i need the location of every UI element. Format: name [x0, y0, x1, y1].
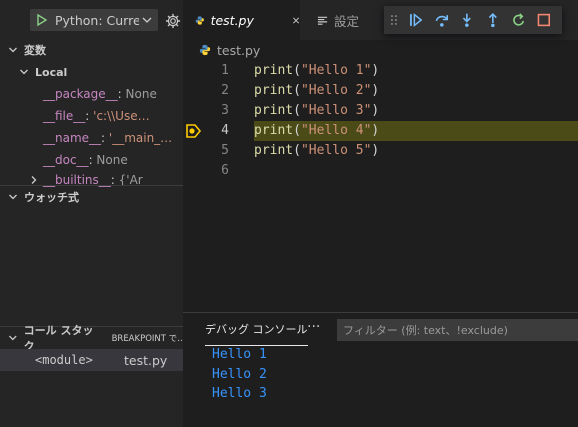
- drag-handle-icon[interactable]: [390, 12, 398, 28]
- console-output-line: Hello 3: [212, 386, 267, 401]
- settings-file-icon: [317, 16, 328, 25]
- string-literal: "Hello 1": [300, 63, 372, 78]
- step-out-icon[interactable]: [485, 12, 501, 28]
- string-literal: "Hello 5": [300, 143, 372, 158]
- console-output-line: Hello 1: [212, 347, 267, 362]
- watch-section-title: ウォッチ式: [24, 191, 79, 204]
- variable-value: None: [125, 87, 157, 101]
- tab-settings[interactable]: 設定: [301, 0, 391, 40]
- tab-label: test.py: [210, 12, 254, 28]
- variable-value: 'c:\\Use…: [93, 109, 150, 123]
- editor-area: test.py 設定 test.py 1 2 3 4 5 6 print("He…: [183, 0, 578, 312]
- line-number: 6: [221, 163, 229, 178]
- local-scope-header[interactable]: Local: [0, 61, 183, 83]
- variable-row[interactable]: __file__: 'c:\\Use…: [0, 105, 183, 127]
- callstack-status: BREAKPOINT で…: [111, 334, 183, 344]
- variable-row[interactable]: __doc__: None: [0, 149, 183, 171]
- line-number: 2: [221, 83, 229, 98]
- variables-section-header[interactable]: 変数: [0, 39, 183, 61]
- function-name: print: [254, 63, 294, 78]
- line-number-current: 4: [221, 123, 229, 138]
- variable-row[interactable]: __package__: None: [0, 83, 183, 105]
- debug-toolbar: [384, 6, 562, 34]
- local-scope-label: Local: [35, 65, 68, 79]
- chevron-down-icon: [9, 194, 17, 200]
- string-literal: "Hello 4": [300, 123, 372, 138]
- chevron-down-icon: [20, 69, 28, 75]
- debug-config-label: Python: Curren: [55, 12, 139, 28]
- debug-launch-bar: Python: Curren: [0, 0, 183, 40]
- function-name: print: [254, 143, 294, 158]
- step-over-icon[interactable]: [434, 12, 450, 28]
- code-line-current[interactable]: print("Hello 4"): [254, 123, 379, 138]
- watch-section-header[interactable]: ウォッチ式: [0, 186, 183, 208]
- frame-name: <module>: [35, 353, 93, 367]
- start-debugging-icon[interactable]: [35, 13, 49, 27]
- string-literal: "Hello 3": [300, 103, 372, 118]
- panel-tab-label: デバッグ コンソール: [205, 323, 308, 336]
- variable-name: __name__: [43, 131, 102, 145]
- variables-section-title: 変数: [24, 44, 46, 57]
- stop-icon[interactable]: [536, 12, 552, 28]
- gear-icon[interactable]: [165, 13, 181, 29]
- code-line[interactable]: print("Hello 5"): [254, 143, 379, 158]
- tab-debug-console[interactable]: デバッグ コンソール: [205, 313, 308, 346]
- variable-name: __file__: [43, 109, 86, 123]
- python-file-icon: [195, 15, 204, 25]
- callstack-frame[interactable]: <module> test.py: [0, 349, 183, 371]
- bottom-panel: デバッグ コンソール ··· Hello 1 Hello 2 Hello 3: [183, 312, 578, 427]
- variable-value: None: [96, 153, 128, 167]
- line-number: 1: [221, 63, 229, 78]
- chevron-down-icon: [9, 335, 17, 341]
- function-name: print: [254, 83, 294, 98]
- restart-icon[interactable]: [511, 12, 527, 28]
- function-name: print: [254, 103, 294, 118]
- line-number: 5: [221, 143, 229, 158]
- execution-pointer-icon: [186, 124, 202, 138]
- variable-value: '__main_…: [108, 131, 173, 145]
- line-number: 3: [221, 103, 229, 118]
- code-line[interactable]: print("Hello 2"): [254, 83, 379, 98]
- variable-name: __package__: [43, 87, 118, 101]
- function-name: print: [254, 123, 294, 138]
- console-output-line: Hello 2: [212, 367, 267, 382]
- frame-file: test.py: [124, 352, 168, 368]
- tab-test-py[interactable]: test.py: [183, 0, 300, 40]
- chevron-right-icon[interactable]: [29, 175, 39, 185]
- breadcrumb[interactable]: test.py: [199, 40, 260, 60]
- chevron-down-icon: [142, 17, 152, 23]
- step-into-icon[interactable]: [459, 12, 475, 28]
- breadcrumb-file: test.py: [217, 42, 261, 58]
- more-actions-button[interactable]: ···: [307, 319, 320, 335]
- string-literal: "Hello 2": [300, 83, 372, 98]
- code-line[interactable]: print("Hello 1"): [254, 63, 379, 78]
- tab-label: 設定: [334, 13, 360, 29]
- callstack-section-header[interactable]: コール スタック BREAKPOINT で…: [0, 324, 183, 353]
- chevron-down-icon: [9, 47, 17, 53]
- console-filter-input[interactable]: [337, 319, 578, 341]
- debug-config-select[interactable]: Python: Curren: [30, 9, 158, 31]
- continue-icon[interactable]: [408, 12, 424, 28]
- code-line[interactable]: print("Hello 3"): [254, 103, 379, 118]
- debug-sidebar: Python: Curren 変数 Local __package__: Non…: [0, 0, 183, 427]
- close-icon[interactable]: [292, 15, 300, 26]
- variable-name: __doc__: [43, 153, 89, 167]
- python-file-icon: [199, 44, 211, 56]
- variable-row[interactable]: __name__: '__main_…: [0, 127, 183, 149]
